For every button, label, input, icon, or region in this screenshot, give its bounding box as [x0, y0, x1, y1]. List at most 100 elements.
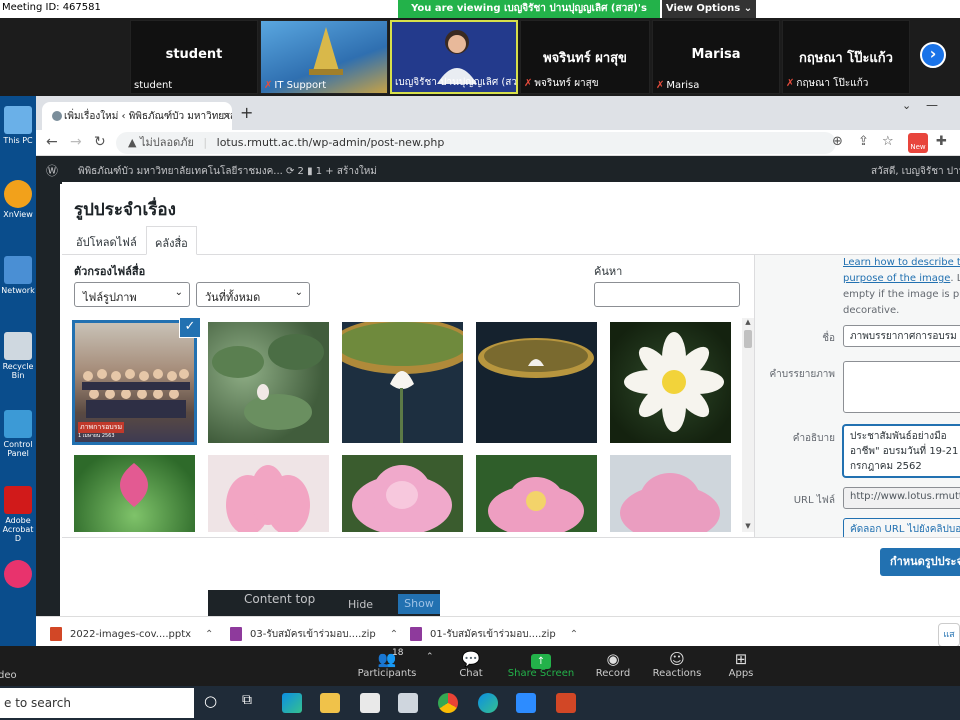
media-thumb[interactable]	[610, 455, 731, 532]
desktop-icon-creative-cloud[interactable]	[0, 556, 36, 612]
scroll-down-icon[interactable]: ▼	[742, 522, 754, 532]
powerpoint-icon[interactable]	[556, 693, 576, 713]
desktop-icon-network[interactable]: Network	[0, 252, 36, 308]
tab-upload-files[interactable]: อัปโหลดไฟล์	[68, 226, 145, 255]
copy-url-button[interactable]: คัดลอก URL ไปยังคลิปบอร์ด	[843, 518, 960, 537]
forward-arrow-icon[interactable]: →	[70, 134, 82, 150]
taskbar-search-input[interactable]: e to search	[0, 688, 194, 718]
mail-icon[interactable]	[398, 693, 418, 713]
participant-name: Marisa	[691, 47, 741, 62]
participant-tile[interactable]: กฤษณา โป๊ะแก้ว ✗ กฤษณา โป๊ะแก้ว	[782, 20, 910, 94]
store-icon[interactable]	[360, 693, 380, 713]
desktop-icon-recycle-bin[interactable]: Recycle Bin	[0, 328, 36, 384]
pink-lotus-image	[352, 465, 452, 532]
media-thumb[interactable]	[342, 455, 463, 532]
reload-icon[interactable]: ↻	[94, 134, 106, 150]
close-tab-icon[interactable]: ✕	[222, 110, 231, 123]
record-icon: ◉	[606, 650, 620, 668]
participant-tile[interactable]: พจรินทร์ ผาสุข ✗ พจรินทร์ ผาสุข	[520, 20, 650, 94]
participant-gallery: student student ✗ IT Support เบญจิรัชา ปา…	[0, 18, 960, 96]
description-field[interactable]: ประชาสัมพันธ์อย่างมืออาชีพ" อบรมวันที่ 1…	[843, 425, 960, 477]
participant-tile[interactable]: ✗ IT Support	[260, 20, 388, 94]
edge-beta-icon[interactable]	[478, 693, 498, 713]
extensions-puzzle-icon[interactable]: ✚	[936, 134, 947, 149]
chevron-up-icon[interactable]: ⌃	[570, 629, 578, 640]
edge-icon[interactable]	[282, 693, 302, 713]
desktop-icon-acrobat[interactable]: Adobe Acrobat D	[0, 482, 36, 543]
caption-field[interactable]	[843, 361, 960, 413]
zoom-magnifier-icon[interactable]: ⊕	[832, 134, 843, 149]
task-view-icon[interactable]: ⧉	[242, 692, 252, 708]
participant-tile[interactable]: Marisa ✗ Marisa	[652, 20, 780, 94]
chrome-icon[interactable]	[438, 693, 458, 713]
file-url-field[interactable]: http://www.lotus.rmutt	[843, 487, 960, 509]
grid-scrollbar[interactable]: ▲ ▼	[742, 318, 754, 532]
gallery-next-arrow-icon[interactable]: ›	[920, 42, 946, 68]
wp-admin-bar-items[interactable]: พิพิธภัณฑ์บัว มหาวิทยาลัยเทคโนโลยีราชมงค…	[78, 164, 377, 179]
wordpress-logo-icon[interactable]: Ⓦ	[46, 162, 58, 179]
chevron-up-icon[interactable]: ⌃	[205, 629, 213, 640]
media-thumb-selected[interactable]: ภาพการอบรม 1 เมษายน 2563 ✓	[72, 318, 201, 445]
download-item[interactable]: 2022-images-cov....pptx ⌃	[50, 627, 213, 641]
media-thumb[interactable]	[208, 455, 329, 532]
title-field[interactable]: ภาพบรรยากาศการอบรม	[843, 325, 960, 347]
bookmark-star-icon[interactable]: ☆	[882, 134, 894, 149]
participants-button[interactable]: 👥 18 Participants	[352, 648, 422, 679]
cortana-icon[interactable]: ○	[204, 692, 217, 710]
download-item[interactable]: 01-รับสมัครเข้าร่วมอบ....zip ⌃	[410, 627, 578, 642]
reactions-button[interactable]: ☺ Reactions	[642, 650, 712, 679]
zoom-app-icon[interactable]	[516, 693, 536, 713]
record-button[interactable]: ◉ Record	[578, 650, 648, 679]
set-featured-image-button[interactable]: กำหนดรูปประจำ	[880, 548, 960, 576]
participants-chevron-up-icon[interactable]: ⌃	[426, 652, 434, 662]
hide-button[interactable]: Hide	[348, 598, 373, 611]
address-bar[interactable]: ▲ ไม่ปลอดภัย | lotus.rmutt.ac.th/wp-admi…	[116, 132, 836, 154]
back-arrow-icon[interactable]: ←	[46, 134, 58, 150]
minimize-icon[interactable]: —	[926, 98, 938, 112]
checkmark-icon[interactable]: ✓	[179, 318, 201, 338]
file-explorer-icon[interactable]	[320, 693, 340, 713]
extension-new-badge-icon[interactable]: New	[908, 133, 928, 153]
download-item[interactable]: 03-รับสมัครเข้าร่วมอบ....zip ⌃	[230, 627, 398, 642]
media-thumb[interactable]	[476, 322, 597, 443]
media-thumb[interactable]	[476, 455, 597, 532]
new-tab-icon[interactable]: +	[240, 103, 253, 122]
content-top-label: Content top	[244, 592, 316, 606]
show-all-downloads-button[interactable]: แส	[938, 623, 960, 647]
participant-tile[interactable]: student student	[130, 20, 258, 94]
media-type-select[interactable]: ไฟล์รูปภาพ ⌄	[74, 282, 190, 307]
share-screen-button[interactable]: ↑ Share Screen	[506, 650, 576, 679]
temple-image	[309, 27, 343, 75]
modal-title: รูปประจำเรื่อง	[74, 200, 176, 220]
tab-search-chevron-icon[interactable]: ⌄	[902, 99, 911, 112]
video-button-label[interactable]: deo	[0, 670, 17, 681]
media-thumb[interactable]	[610, 322, 731, 443]
recycle-bin-icon	[4, 332, 32, 360]
muted-mic-icon: ✗	[524, 78, 533, 89]
show-button[interactable]: Show	[398, 594, 440, 614]
powerpoint-file-icon	[50, 627, 62, 641]
viewing-banner: You are viewing เบญจิรัชา ปานปุญญเลิศ (ส…	[398, 0, 660, 32]
chevron-up-icon[interactable]: ⌃	[390, 629, 398, 640]
chat-button[interactable]: 💬 Chat	[436, 650, 506, 679]
title-label: ชื่อ	[822, 333, 835, 344]
date-select[interactable]: วันที่ทั้งหมด ⌄	[196, 282, 310, 307]
desktop-icon-xnview[interactable]: XnView	[0, 176, 36, 232]
scroll-thumb[interactable]	[744, 330, 752, 348]
participant-tile-active-speaker[interactable]: เบญจิรัชา ปานปุญญเลิศ (สวส)	[390, 20, 518, 94]
media-thumb[interactable]	[330, 318, 474, 443]
browser-window: เพิ่มเรื่องใหม่ ‹ พิพิธภัณฑ์บัว มหาวิทยา…	[36, 96, 960, 652]
browser-tab[interactable]: เพิ่มเรื่องใหม่ ‹ พิพิธภัณฑ์บัว มหาวิทยา…	[42, 102, 232, 130]
media-thumb[interactable]	[208, 322, 329, 443]
search-input[interactable]	[594, 282, 740, 307]
alt-text-help-link[interactable]: Learn how to describe the purpose of the…	[843, 257, 960, 284]
wp-admin-greeting[interactable]: สวัสดี, เบญจิรัชา ปาน	[871, 164, 960, 179]
apps-button[interactable]: ⊞ Apps	[706, 650, 776, 679]
media-thumb[interactable]	[74, 455, 195, 532]
desktop-icon-this-pc[interactable]: This PC	[0, 102, 36, 158]
scroll-up-icon[interactable]: ▲	[742, 318, 754, 328]
tab-media-library[interactable]: คลังสื่อ	[146, 226, 197, 255]
desktop-icon-control-panel[interactable]: Control Panel	[0, 406, 36, 462]
share-icon[interactable]: ⇪	[858, 134, 869, 149]
view-options-button[interactable]: View Options ⌄	[662, 0, 756, 18]
